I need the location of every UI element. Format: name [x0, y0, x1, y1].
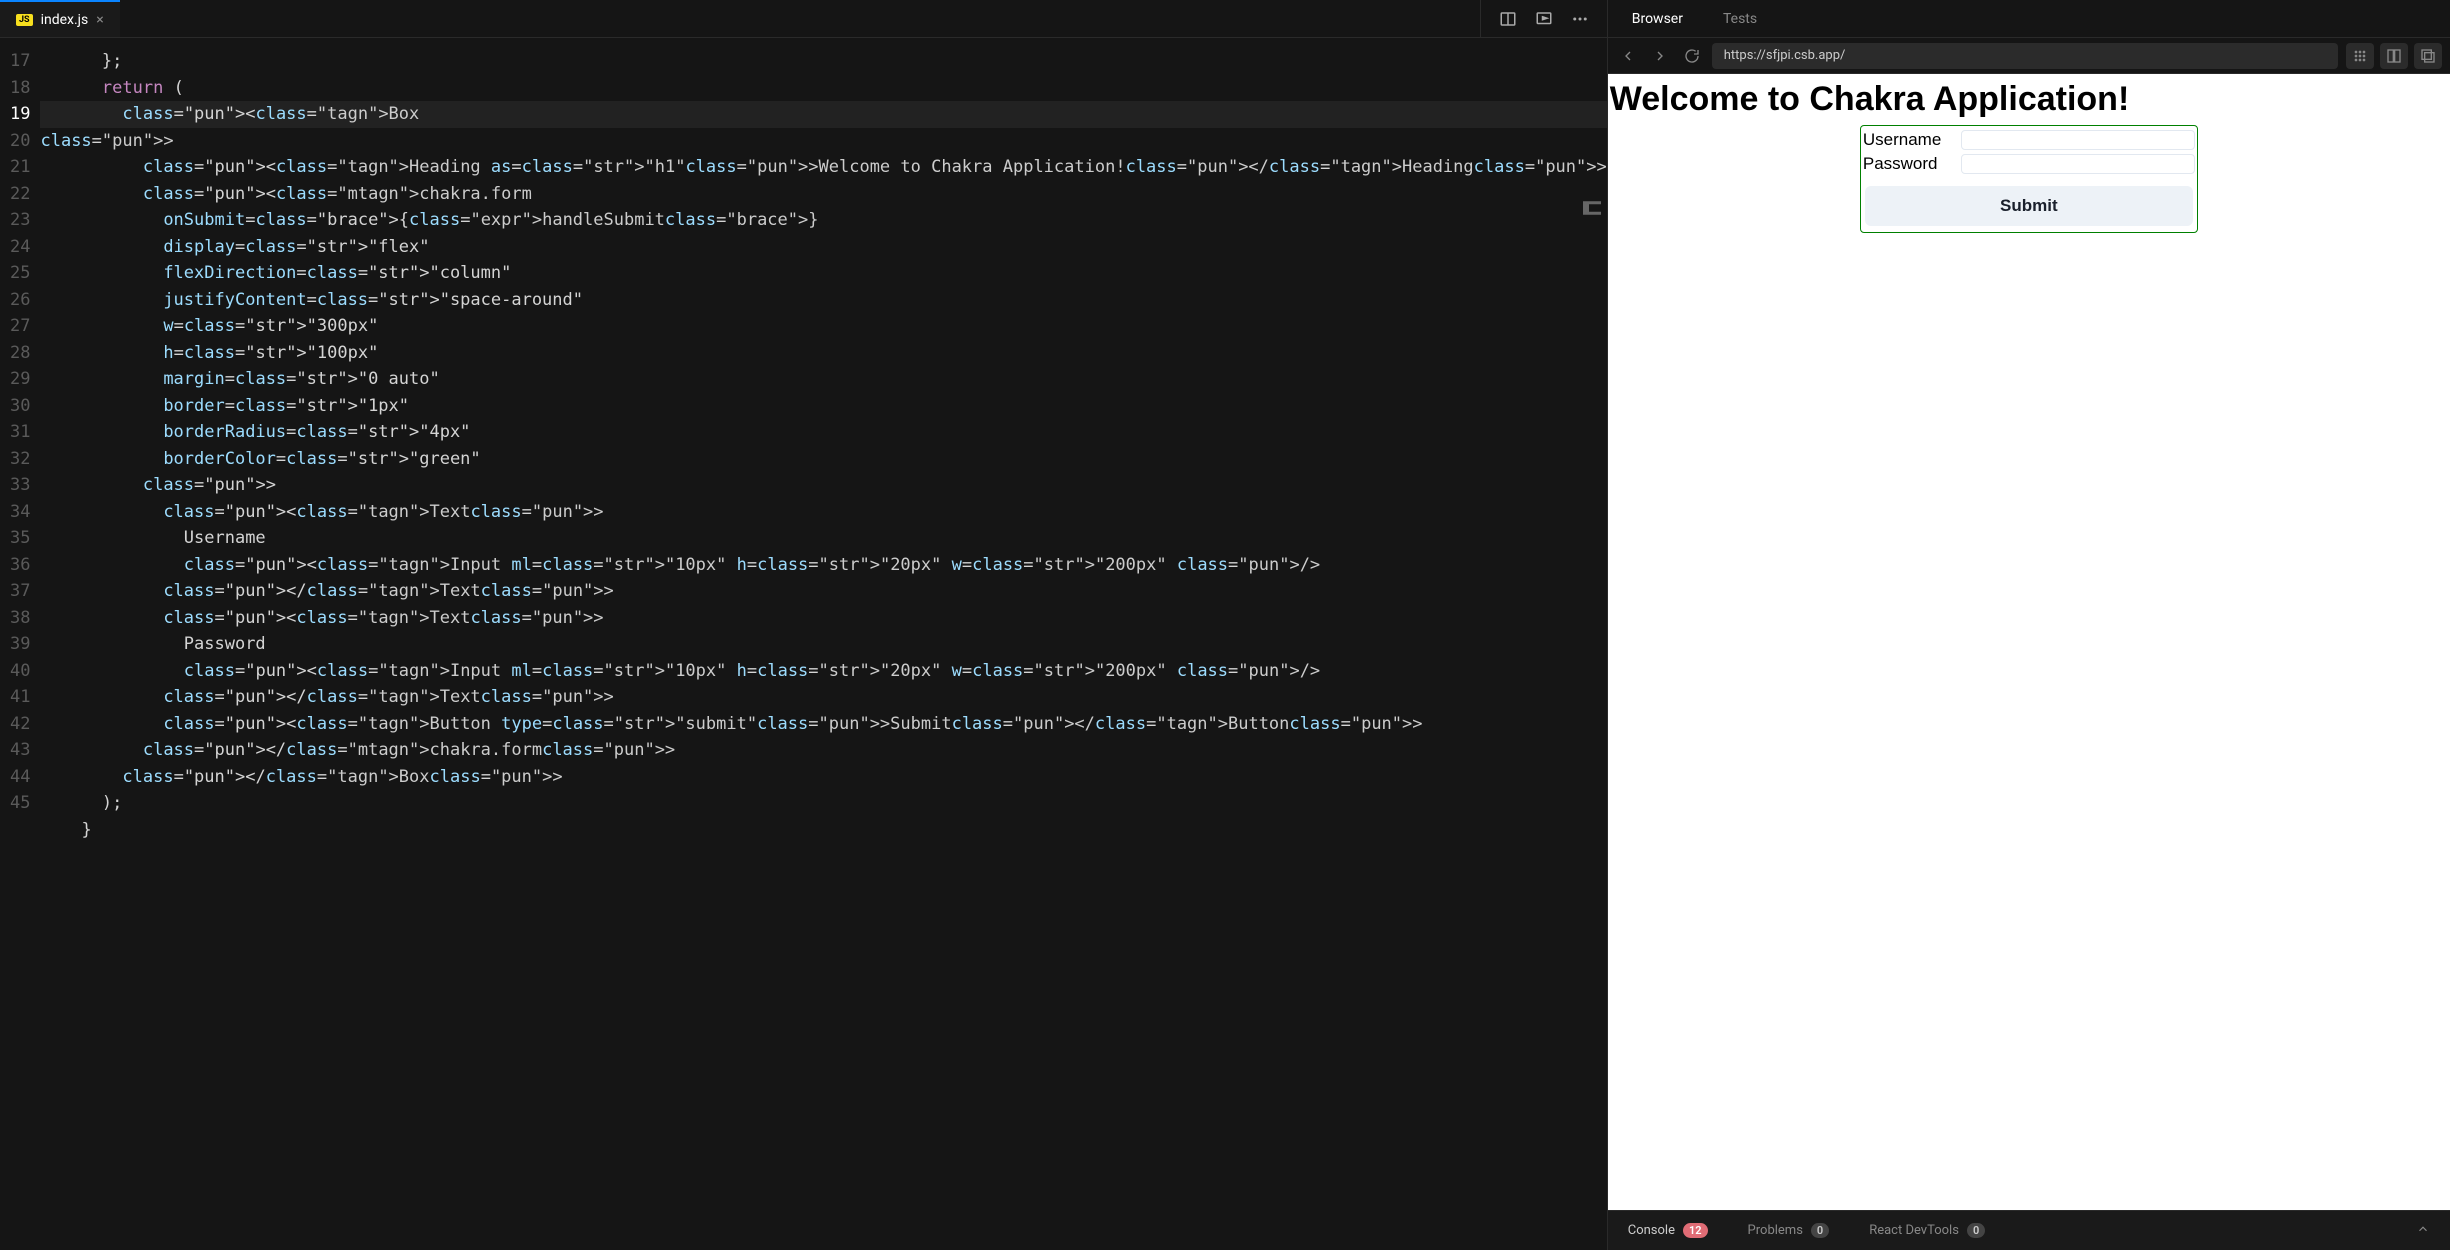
- tab-browser[interactable]: Browser: [1632, 11, 1683, 27]
- problems-label: Problems: [1748, 1223, 1803, 1238]
- login-form: Username Password Submit: [1860, 125, 2198, 233]
- line-number-gutter: 1718192021222324252627282930313233343536…: [0, 38, 40, 1250]
- more-icon[interactable]: [1571, 10, 1589, 28]
- editor-tab-label: index.js: [41, 12, 89, 28]
- close-icon[interactable]: ×: [96, 12, 103, 28]
- bottom-panel-tabs: Console 12 Problems 0 React DevTools 0: [1608, 1210, 2450, 1250]
- preview-icon[interactable]: [1535, 10, 1553, 28]
- app-grid-icon[interactable]: [2346, 43, 2374, 69]
- password-input[interactable]: [1961, 154, 2195, 174]
- console-label: Console: [1628, 1223, 1675, 1238]
- editor-tab-index-js[interactable]: JS index.js ×: [0, 0, 120, 37]
- split-editor-icon[interactable]: [1499, 10, 1517, 28]
- back-icon[interactable]: [1616, 44, 1640, 68]
- react-devtools-tab[interactable]: React DevTools 0: [1869, 1223, 1985, 1238]
- devtools-count-badge: 0: [1967, 1223, 1985, 1238]
- username-input[interactable]: [1961, 130, 2195, 150]
- password-label: Password: [1863, 154, 1951, 174]
- js-badge-icon: JS: [16, 14, 33, 26]
- devtools-label: React DevTools: [1869, 1223, 1959, 1238]
- console-tab[interactable]: Console 12: [1628, 1223, 1708, 1238]
- console-count-badge: 12: [1683, 1223, 1708, 1238]
- problems-tab[interactable]: Problems 0: [1748, 1223, 1830, 1238]
- editor-tabbar: JS index.js ×: [0, 0, 1607, 38]
- username-label: Username: [1863, 130, 1951, 150]
- tab-tests[interactable]: Tests: [1723, 11, 1757, 27]
- problems-count-badge: 0: [1811, 1223, 1829, 1238]
- forward-icon[interactable]: [1648, 44, 1672, 68]
- preview-tabbar: Browser Tests: [1608, 0, 2450, 38]
- layout-icon[interactable]: [2380, 43, 2408, 69]
- submit-button[interactable]: Submit: [1865, 186, 2193, 226]
- reload-icon[interactable]: [1680, 44, 1704, 68]
- editor-pane: JS index.js × 17181920212223242526272829…: [0, 0, 1608, 1250]
- code-area[interactable]: }; return ( class="pun"><class="tagn">Bo…: [40, 38, 1606, 1250]
- url-input[interactable]: https://sfjpi.csb.app/: [1712, 43, 2338, 69]
- open-new-window-icon[interactable]: [2414, 43, 2442, 69]
- preview-pane: Browser Tests https://sfjpi.csb.app/ Wel…: [1608, 0, 2450, 1250]
- address-bar: https://sfjpi.csb.app/: [1608, 38, 2450, 74]
- page-heading: Welcome to Chakra Application!: [1610, 80, 2448, 119]
- chevron-up-icon[interactable]: [2416, 1222, 2430, 1240]
- code-editor[interactable]: 1718192021222324252627282930313233343536…: [0, 38, 1607, 1250]
- preview-iframe[interactable]: Welcome to Chakra Application! Username …: [1608, 74, 2450, 1210]
- editor-toolbar: [1480, 0, 1607, 37]
